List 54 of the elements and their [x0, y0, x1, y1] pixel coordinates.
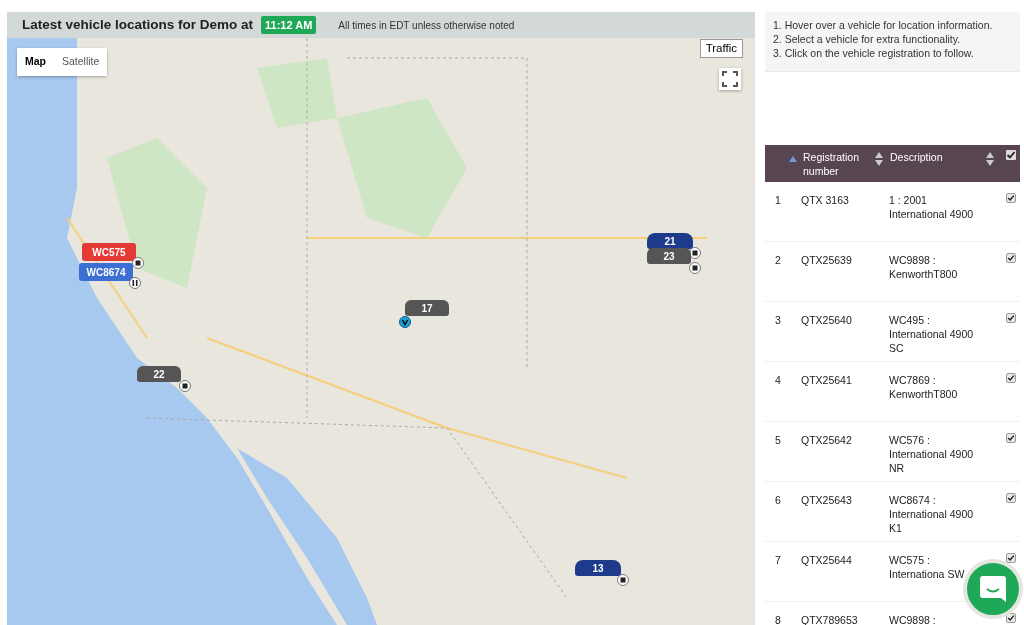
instruction-text: 3. Click on the vehicle registration to follow.	[773, 46, 975, 60]
registration-link[interactable]: QTX25644	[801, 553, 889, 567]
sort-icon[interactable]	[875, 152, 883, 166]
row-index: 5	[774, 433, 782, 448]
sort-ascending-icon[interactable]	[789, 156, 797, 162]
vehicle-marker[interactable]: 21	[647, 233, 693, 249]
row-index: 4	[774, 373, 782, 388]
row-checkbox[interactable]	[1006, 253, 1016, 263]
registration-link[interactable]: QTX25639	[801, 253, 889, 267]
chat-icon	[978, 574, 1008, 604]
row-checkbox[interactable]	[1006, 313, 1016, 323]
vehicle-description: WC575 : Internationa SW	[889, 553, 966, 581]
map-type-tab[interactable]: Satellite	[54, 48, 108, 76]
vehicle-description: WC9898 : KenworthT800	[889, 253, 959, 281]
vehicle-marker[interactable]: 13	[575, 560, 621, 576]
instruction-text: 1. Hover over a vehicle for location information.	[773, 18, 994, 32]
vehicle-description: WC7869 : KenworthT800	[889, 373, 959, 401]
row-checkbox[interactable]	[1006, 493, 1016, 503]
row-index: 8	[774, 613, 782, 625]
column-header[interactable]: Description	[890, 150, 986, 164]
registration-link[interactable]: QTX 3163	[801, 193, 889, 207]
vehicle-description: WC495 : International 4900 SC	[889, 313, 975, 355]
vehicle-marker[interactable]: 17	[405, 300, 449, 316]
registration-link[interactable]: QTX25642	[801, 433, 889, 447]
row-index: 1	[774, 193, 782, 208]
row-checkbox[interactable]	[1006, 433, 1016, 443]
row-checkbox[interactable]	[1006, 373, 1016, 383]
vehicle-description: 1 : 2001 International 4900	[889, 193, 975, 221]
vehicle-marker[interactable]: WC8674	[79, 263, 133, 281]
vehicle-description: WC9898 :	[889, 613, 937, 625]
registration-link[interactable]: QTX25641	[801, 373, 889, 387]
sort-icon[interactable]	[986, 152, 994, 166]
select-all-checkbox[interactable]	[1006, 150, 1016, 160]
row-index: 7	[774, 553, 782, 568]
time-badge: 11:12 AM	[261, 15, 317, 35]
traffic-button[interactable]: Traffic	[699, 39, 743, 59]
vehicle-description: WC576 : International 4900 NR	[889, 433, 975, 475]
row-checkbox[interactable]	[1006, 553, 1016, 563]
timezone-note: All times in EDT unless otherwise noted	[338, 18, 515, 33]
page-title: Latest vehicle locations for Demo at	[22, 15, 254, 34]
instruction-text: 2. Select a vehicle for extra functionality.	[773, 32, 962, 46]
map-type-tab[interactable]: Map	[17, 48, 54, 76]
fullscreen-icon[interactable]	[719, 68, 741, 90]
registration-link[interactable]: QTX25643	[801, 493, 889, 507]
vehicle-description: WC8674 : International 4900 K1	[889, 493, 975, 535]
vehicle-marker[interactable]: 23	[647, 248, 691, 264]
vehicle-marker[interactable]: 22	[137, 366, 181, 382]
row-index: 3	[774, 313, 782, 328]
row-checkbox[interactable]	[1006, 193, 1016, 203]
row-index: 2	[774, 253, 782, 268]
row-index: 6	[774, 493, 782, 508]
vehicle-marker[interactable]: WC575	[82, 243, 136, 261]
column-header[interactable]: Registration number	[803, 150, 875, 178]
registration-link[interactable]: QTX25640	[801, 313, 889, 327]
